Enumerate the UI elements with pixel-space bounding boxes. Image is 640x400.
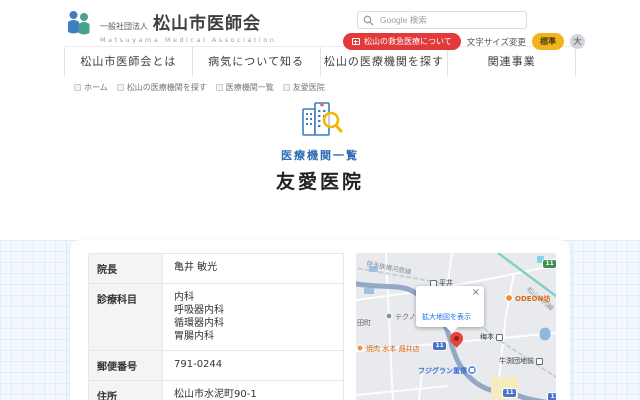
station-ushibuchi-danchimae[interactable]: 牛渕団地前 (499, 356, 543, 366)
header-utilities: 松山の救急医療について 文字サイズ変更 標準 大 (343, 8, 585, 50)
nav-item-find-institution[interactable]: 松山の医療機関を探す (320, 47, 448, 76)
row-value-director: 亀井 敏光 (163, 254, 344, 284)
breadcrumb-find-institution[interactable]: 松山の医療機関を探す (117, 82, 207, 93)
fontsize-large-button[interactable]: 大 (570, 34, 585, 49)
brand-text: 一般社団法人 松山市医師会 Matsuyama Medical Associat… (100, 9, 276, 44)
breadcrumb-icon (117, 84, 124, 91)
row-value-postal-code: 791-0244 (163, 351, 344, 381)
page-heading: 医療機関一覧 友愛医院 (0, 93, 640, 209)
breadcrumb: ホーム 松山の医療機関を探す 医療機関一覧 友愛医院 (0, 76, 640, 93)
table-row: 住所 松山市水泥町90-1 (89, 381, 344, 400)
google-map-embed[interactable]: 伊予鉄横河原線 松山川内線 平井 梅本 牛渕団地前 田町 テクノプラザ 焼肉 水… (356, 253, 556, 400)
close-icon[interactable]: × (472, 287, 480, 298)
enlarge-map-link[interactable]: 拡大地図を表示 (422, 312, 471, 322)
breadcrumb-icon (216, 84, 223, 91)
fontsize-normal-button[interactable]: 標準 (532, 33, 564, 50)
org-name: 松山市医師会 (153, 9, 261, 34)
search-box (357, 8, 527, 29)
emergency-medical-button[interactable]: 松山の救急医療について (343, 33, 461, 50)
map-info-window: × 拡大地図を表示 (416, 286, 484, 327)
route-11-shield: 11 (547, 392, 556, 400)
clinic-detail-card: 院長 亀井 敏光 診療科目 内科 呼吸器内科 循環器内科 胃腸内科 郵便番号 7… (70, 240, 570, 400)
people-logo-icon (66, 9, 93, 42)
poi-yakiniku-mizumoto[interactable]: 焼肉 水本 畑井店 (366, 345, 419, 353)
page-title: 友愛医院 (0, 167, 640, 194)
poi-tamachi[interactable]: 田町 (357, 319, 371, 327)
train-station-icon (496, 334, 503, 341)
emergency-button-label: 松山の救急医療について (364, 36, 452, 47)
brand-logo[interactable]: 一般社団法人 松山市医師会 Matsuyama Medical Associat… (66, 9, 276, 44)
station-umemoto[interactable]: 梅本 (480, 332, 503, 342)
content-background: 院長 亀井 敏光 診療科目 内科 呼吸器内科 循環器内科 胃腸内科 郵便番号 7… (0, 240, 640, 400)
breadcrumb-home[interactable]: ホーム (74, 82, 108, 93)
table-row: 院長 亀井 敏光 (89, 254, 344, 284)
search-icon (363, 11, 374, 30)
org-type: 一般社団法人 (100, 21, 148, 32)
train-station-icon (536, 358, 543, 365)
row-label-departments: 診療科目 (89, 284, 163, 351)
org-name-en: Matsuyama Medical Association (100, 36, 276, 44)
route-shield-green: 11 (542, 259, 556, 269)
table-row: 郵便番号 791-0244 (89, 351, 344, 381)
page-root: 一般社団法人 松山市医師会 Matsuyama Medical Associat… (0, 0, 640, 400)
table-row: 診療科目 内科 呼吸器内科 循環器内科 胃腸内科 (89, 284, 344, 351)
breadcrumb-institution-list[interactable]: 医療機関一覧 (216, 82, 274, 93)
breadcrumb-icon (283, 84, 290, 91)
header: 一般社団法人 松山市医師会 Matsuyama Medical Associat… (0, 0, 640, 46)
breadcrumb-current-page: 友愛医院 (283, 82, 325, 93)
row-label-director: 院長 (89, 254, 163, 284)
first-aid-icon (352, 38, 360, 45)
building-search-icon (297, 123, 343, 142)
nav-item-about[interactable]: 松山市医師会とは (64, 47, 192, 76)
row-value-address: 松山市水泥町90-1 (163, 381, 344, 400)
row-label-address: 住所 (89, 381, 163, 400)
main-nav: 松山市医師会とは 病気について知る 松山の医療機関を探す 関連事業 (64, 46, 576, 76)
search-input[interactable] (357, 11, 527, 29)
row-value-departments: 内科 呼吸器内科 循環器内科 胃腸内科 (163, 284, 344, 351)
row-label-postal-code: 郵便番号 (89, 351, 163, 381)
poi-odeon[interactable]: ODEON坊 (515, 295, 550, 303)
page-category: 医療機関一覧 (0, 147, 640, 163)
nav-item-related[interactable]: 関連事業 (447, 47, 576, 76)
nav-item-disease[interactable]: 病気について知る (192, 47, 320, 76)
poi-fuji-grand[interactable]: フジグラン重信 (418, 367, 467, 375)
fontsize-label: 文字サイズ変更 (467, 36, 526, 48)
route-11-shield: 11 (432, 341, 447, 351)
clinic-info-table: 院長 亀井 敏光 診療科目 内科 呼吸器内科 循環器内科 胃腸内科 郵便番号 7… (88, 253, 344, 400)
breadcrumb-icon (74, 84, 81, 91)
route-11-shield: 11 (502, 388, 517, 398)
